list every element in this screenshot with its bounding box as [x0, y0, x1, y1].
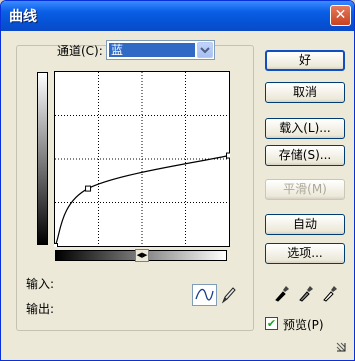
dialog-body: 通道(C): 蓝 ◀▶ 输入: 输出: 好 取消 载入(L)... 存储(S).…	[5, 31, 351, 358]
gradient-toggle-icon[interactable]: ◀▶	[135, 249, 149, 262]
chevron-glyph	[200, 47, 210, 54]
chevron-down-icon[interactable]	[197, 42, 213, 58]
ok-button[interactable]: 好	[265, 50, 345, 71]
options-button[interactable]: 选项...	[265, 243, 345, 264]
preview-checkbox[interactable]: ✔	[265, 317, 278, 330]
gray-eyedropper-icon[interactable]	[297, 283, 315, 303]
channel-label: 通道(C):	[57, 44, 103, 58]
resize-grip-icon[interactable]	[335, 341, 347, 353]
gray-eyedropper-glyph	[299, 286, 313, 302]
black-eyedropper-icon[interactable]	[273, 283, 291, 303]
pencil-glyph	[221, 287, 236, 304]
smooth-button[interactable]: 平滑(M)	[265, 179, 345, 200]
window-title: 曲线	[9, 9, 37, 25]
output-label: 输出:	[26, 302, 55, 316]
white-eyedropper-icon[interactable]	[321, 283, 339, 303]
cancel-button[interactable]: 取消	[265, 82, 345, 103]
title-bar[interactable]: 曲线 ✕	[1, 1, 354, 31]
curve-graph[interactable]	[54, 71, 230, 247]
channel-select[interactable]: 蓝	[106, 40, 215, 60]
curve-control-point-1[interactable]	[85, 185, 92, 192]
output-gradient-bar	[37, 72, 48, 245]
curve-control-point-2[interactable]	[226, 152, 231, 159]
black-eyedropper-glyph	[275, 286, 289, 302]
load-button[interactable]: 载入(L)...	[265, 118, 345, 139]
white-eyedropper-glyph	[323, 286, 337, 302]
pencil-icon[interactable]	[220, 285, 238, 305]
curve-control-point-0[interactable]	[54, 243, 58, 248]
auto-button[interactable]: 自动	[265, 214, 345, 235]
input-label: 输入:	[26, 277, 55, 291]
curve-tool-glyph	[195, 288, 214, 301]
close-button[interactable]: ✕	[330, 5, 351, 26]
save-button[interactable]: 存储(S)...	[265, 145, 345, 166]
curves-dialog: 曲线 ✕ 通道(C): 蓝 ◀▶ 输入: 输出: 好 取消 载入(L)... 存…	[0, 0, 355, 361]
channel-selected-value: 蓝	[109, 43, 195, 57]
preview-label[interactable]: 预览(P)	[283, 316, 324, 333]
curve-tool-icon[interactable]	[192, 284, 217, 306]
